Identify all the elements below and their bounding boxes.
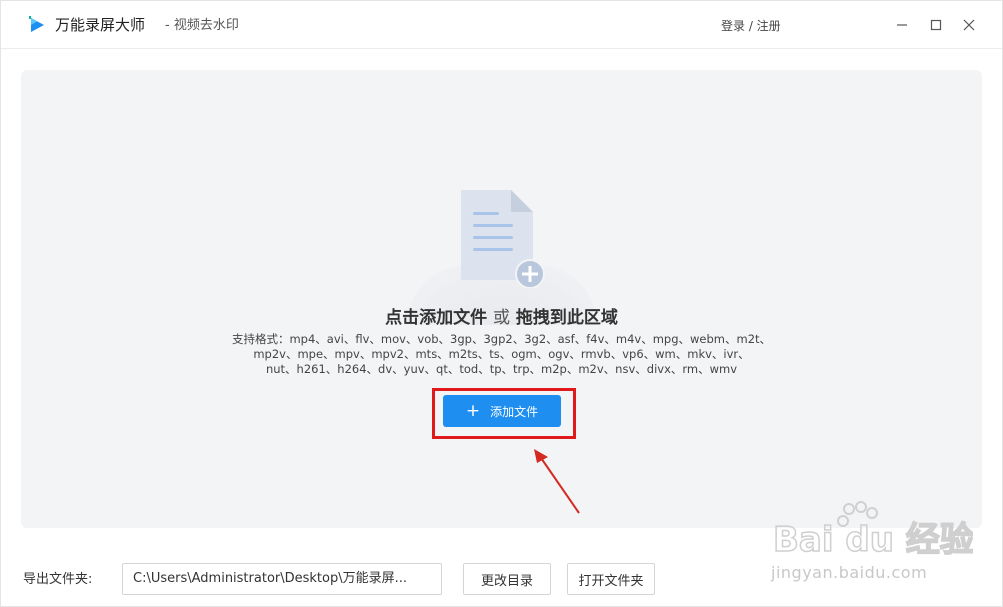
app-window: 万能录屏大师 - 视频去水印 登录 / 注册 点击添加文件 或 拖拽到此区域 支… (0, 0, 1003, 607)
play-logo-icon (29, 16, 44, 32)
login-register-link[interactable]: 登录 / 注册 (721, 16, 781, 36)
document-add-icon (461, 190, 545, 288)
app-subtitle: - 视频去水印 (165, 18, 239, 33)
watermark-url: jingyan.baidu.com (771, 563, 928, 582)
formats-line-3: nut、h261、h264、dv、yuv、qt、tod、tp、trp、m2p、m… (265, 362, 738, 376)
export-path-input[interactable]: C:\Users\Administrator\Desktop\万能录屏... (122, 563, 442, 595)
add-file-button[interactable]: + 添加文件 (443, 395, 561, 427)
watermark-logo-text: Bai du 经验 (773, 520, 973, 559)
drop-zone-title: 点击添加文件 或 拖拽到此区域 (21, 306, 982, 330)
or-text: 或 (493, 308, 510, 328)
minimize-button[interactable] (892, 15, 912, 35)
change-directory-button[interactable]: 更改目录 (463, 563, 551, 595)
click-add-text: 点击添加文件 (385, 308, 488, 328)
formats-line-2: mp2v、mpe、mpv、mpv2、mts、m2ts、ts、ogm、ogv、rm… (253, 347, 750, 361)
minimize-icon (897, 24, 907, 26)
close-icon (963, 19, 975, 31)
maximize-icon (930, 19, 942, 31)
open-folder-button[interactable]: 打开文件夹 (567, 563, 655, 595)
drag-here-text: 拖拽到此区域 (515, 308, 618, 328)
drop-zone[interactable]: 点击添加文件 或 拖拽到此区域 支持格式：mp4、avi、flv、mov、vob… (21, 70, 982, 528)
baidu-watermark-logo: Bai du 经验 (773, 501, 973, 559)
annotation-arrow-icon (534, 449, 580, 514)
plus-icon: + (465, 400, 481, 421)
export-folder-label: 导出文件夹: (23, 572, 93, 587)
supported-formats: 支持格式：mp4、avi、flv、mov、vob、3gp、3gp2、3g2、as… (221, 332, 782, 377)
app-name: 万能录屏大师 (55, 16, 146, 34)
formats-line-1: 支持格式：mp4、avi、flv、mov、vob、3gp、3gp2、3g2、as… (231, 332, 772, 346)
title-bar: 万能录屏大师 - 视频去水印 登录 / 注册 (1, 1, 1002, 49)
add-file-label: 添加文件 (490, 404, 539, 419)
close-button[interactable] (959, 15, 979, 35)
maximize-button[interactable] (926, 15, 946, 35)
